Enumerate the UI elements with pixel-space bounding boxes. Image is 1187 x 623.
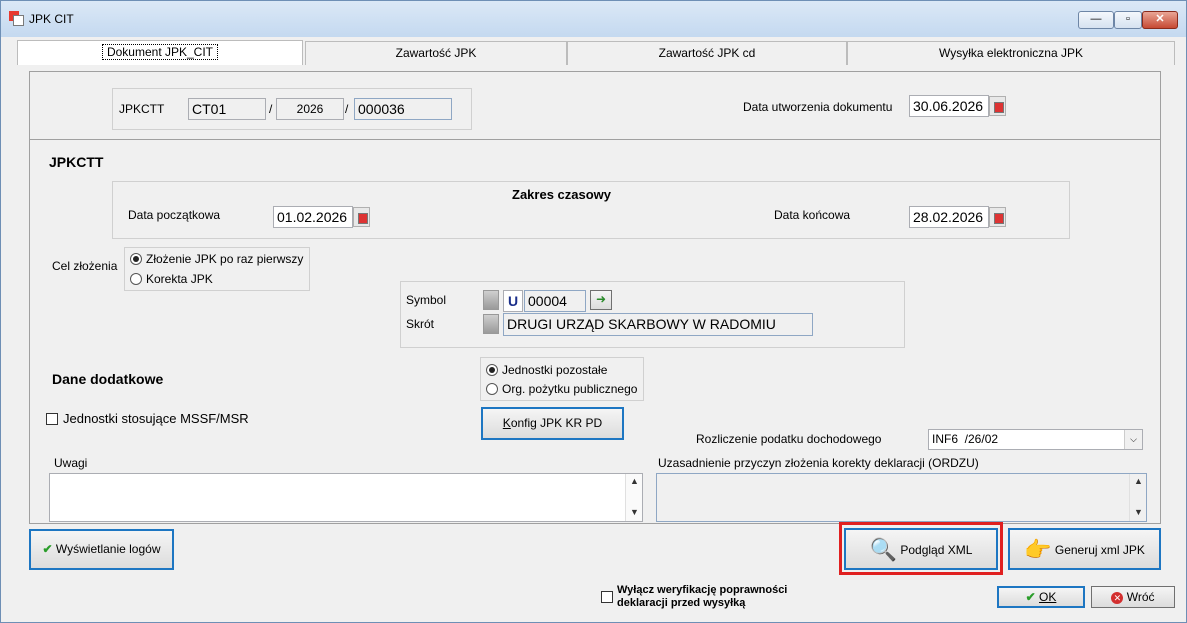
start-date-label: Data początkowa (128, 208, 221, 222)
skip-verification-checkbox[interactable] (601, 591, 613, 603)
maximize-button[interactable]: ▫ (1114, 11, 1142, 29)
calendar-icon[interactable] (353, 207, 370, 227)
tab-bar: Dokument JPK_CIT Zawartość JPK Zawartość… (17, 40, 1175, 65)
created-date-label: Data utworzenia dokumentu (743, 100, 893, 114)
preview-xml-button[interactable]: 🔍 Podgląd XML (844, 528, 998, 570)
config-jpk-kr-pd-button[interactable]: Konfig JPK KR PD (481, 407, 624, 440)
range-title: Zakres czasowy (512, 187, 612, 202)
start-date-field[interactable]: 01.02.2026 (273, 206, 353, 228)
symbol-type-field: U (503, 290, 523, 312)
notes-textarea[interactable] (49, 473, 643, 522)
back-label: Wróć (1126, 590, 1155, 604)
ordzu-textarea[interactable] (656, 473, 1147, 522)
tab-zawartosc-jpk[interactable]: Zawartość JPK (305, 41, 567, 65)
purpose-correction-label[interactable]: Korekta JPK (146, 272, 213, 286)
title-bar: JPK CIT — ▫ ✕ (1, 1, 1186, 37)
jpk-cit-window: JPK CIT — ▫ ✕ Dokument JPK_CIT Zawartość… (0, 0, 1187, 623)
ordzu-label: Uzasadnienie przyczyn złożenia korekty d… (658, 456, 979, 470)
calendar-icon[interactable] (989, 207, 1006, 227)
ok-label: OK (1039, 590, 1057, 604)
tax-settlement-value: INF6 /26/02 (932, 432, 999, 446)
cancel-icon: ✕ (1111, 591, 1124, 604)
show-logs-label: Wyświetlanie logów (55, 542, 161, 556)
hand-pointer-icon: 👉 (1024, 536, 1052, 562)
end-date-field[interactable]: 28.02.2026 (909, 206, 989, 228)
purpose-first-radio[interactable] (130, 253, 142, 265)
go-to-icon[interactable]: ➜ (590, 290, 612, 310)
purpose-label: Cel złożenia (52, 259, 118, 273)
app-icon (9, 11, 25, 27)
header-divider (29, 139, 1161, 140)
calendar-icon[interactable] (989, 96, 1006, 116)
msr-label[interactable]: Jednostki stosujące MSSF/MSR (63, 411, 249, 426)
created-date-field[interactable]: 30.06.2026 (909, 95, 989, 117)
symbol-field[interactable]: 00004 (524, 290, 586, 312)
doc-slash-2: / (345, 102, 349, 116)
notes-scrollbar[interactable]: ▲ ▼ (625, 474, 642, 521)
notes-label: Uwagi (54, 456, 88, 470)
tax-settlement-select[interactable]: INF6 /26/02 ⌵ (928, 429, 1143, 450)
check-icon: ✔ (1025, 590, 1036, 604)
close-button[interactable]: ✕ (1142, 11, 1178, 29)
skip-verification-label[interactable]: Wyłącz weryfikację poprawności deklaracj… (617, 584, 787, 610)
generate-xml-button[interactable]: 👉 Generuj xml JPK (1008, 528, 1161, 570)
config-button-label: onfig JPK KR PD (510, 416, 603, 430)
ok-button[interactable]: ✔ OK (997, 586, 1085, 608)
window-title: JPK CIT (29, 12, 74, 26)
lookup-icon[interactable] (483, 290, 499, 310)
ordzu-scrollbar[interactable]: ▲ ▼ (1129, 474, 1146, 521)
tab-wysylka-elektroniczna[interactable]: Wysyłka elektroniczna JPK (847, 41, 1175, 65)
symbol-label: Symbol (406, 293, 447, 307)
section-title: JPKCTT (49, 154, 104, 170)
additional-title: Dane dodatkowe (52, 371, 164, 387)
short-name-field[interactable]: DRUGI URZĄD SKARBOWY W RADOMIU (503, 313, 813, 336)
unit-other-label[interactable]: Jednostki pozostałe (502, 363, 607, 377)
magnifier-icon: 🔍 (869, 536, 897, 562)
back-button[interactable]: ✕ Wróć (1091, 586, 1175, 608)
doc-year-spinner[interactable]: 2026 (276, 98, 344, 120)
purpose-first-label[interactable]: Złożenie JPK po raz pierwszy (146, 252, 303, 266)
chevron-down-icon[interactable]: ⌵ (1124, 430, 1142, 449)
doc-prefix-field[interactable]: CT01 (188, 98, 266, 120)
tab-zawartosc-jpk-cd[interactable]: Zawartość JPK cd (567, 41, 847, 65)
lookup-icon[interactable] (483, 314, 499, 334)
purpose-correction-radio[interactable] (130, 273, 142, 285)
unit-other-radio[interactable] (486, 364, 498, 376)
show-logs-button[interactable]: ✔ Wyświetlanie logów (29, 529, 174, 570)
unit-public-benefit-label[interactable]: Org. pożytku publicznego (502, 382, 637, 396)
generate-xml-label: Generuj xml JPK (1054, 542, 1145, 557)
tax-settlement-label: Rozliczenie podatku dochodowego (696, 432, 882, 446)
end-date-label: Data końcowa (774, 208, 851, 222)
short-name-label: Skrót (406, 317, 435, 331)
msr-checkbox[interactable] (46, 413, 58, 425)
check-icon: ✔ (42, 542, 53, 556)
doc-number-field[interactable]: 000036 (354, 98, 452, 120)
tab-dokument-jpk-cit[interactable]: Dokument JPK_CIT (17, 40, 303, 65)
unit-public-benefit-radio[interactable] (486, 383, 498, 395)
minimize-button[interactable]: — (1078, 11, 1114, 29)
doc-slash-1: / (269, 102, 273, 116)
doc-label: JPKCTT (119, 102, 165, 116)
preview-xml-label: Podgląd XML (900, 542, 973, 557)
